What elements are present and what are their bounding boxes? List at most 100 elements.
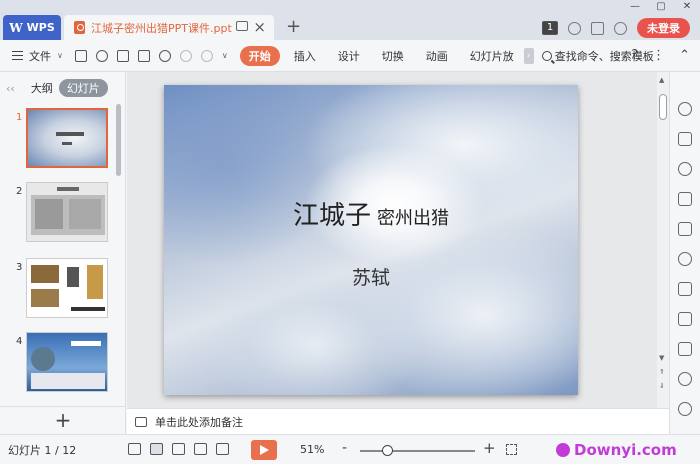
user-icon[interactable]: [614, 21, 627, 35]
play-slideshow-button[interactable]: [251, 440, 277, 460]
document-tab-name: 江城子密州出猎PPT课件.ppt: [91, 21, 232, 35]
crop-icon[interactable]: [678, 282, 692, 296]
collapse-panel-button[interactable]: ‹‹: [6, 82, 15, 95]
zoom-slider-knob[interactable]: [382, 445, 393, 456]
tab-scroll-button[interactable]: ›: [523, 47, 534, 64]
status-bar: 幻灯片 1 / 12 51% - + Downyi.com: [0, 434, 700, 464]
speaker-icon[interactable]: [678, 372, 692, 386]
close-tab-icon[interactable]: ×: [253, 18, 266, 36]
presenter-view-icon[interactable]: [216, 443, 229, 455]
export-icon[interactable]: [678, 312, 692, 326]
picture-icon[interactable]: [678, 342, 692, 356]
toolbar-right: ? ⋮ ⌃: [631, 48, 690, 63]
format-painter-icon[interactable]: [95, 49, 108, 62]
slide-canvas: 江城子 密州出猎 苏轼: [127, 72, 657, 408]
skin-icon[interactable]: [568, 21, 581, 35]
wps-home-tab[interactable]: W WPS: [3, 15, 61, 40]
notes-icon: [135, 416, 147, 427]
notes-view-icon[interactable]: [128, 443, 141, 455]
slide-thumbnail-1[interactable]: 1: [0, 108, 126, 178]
quick-access: ∨: [74, 49, 228, 62]
prev-slide-icon[interactable]: ⇑: [659, 368, 665, 376]
tab-animations[interactable]: 动画: [418, 46, 456, 66]
search-icon: [541, 50, 552, 61]
hamburger-icon: [12, 51, 23, 60]
slide-number: 2: [16, 186, 23, 197]
tab-insert[interactable]: 插入: [286, 46, 324, 66]
customize-chevron-icon[interactable]: ∨: [222, 51, 228, 60]
star-icon[interactable]: [678, 252, 692, 266]
tab-home[interactable]: 开始: [239, 45, 280, 66]
export-icon[interactable]: [158, 49, 171, 62]
slide-panel: ‹‹ 大纲 幻灯片 1 2 3 4 +: [0, 72, 126, 434]
maximize-button[interactable]: ▢: [648, 0, 674, 14]
tab-slides[interactable]: 幻灯片: [58, 79, 108, 97]
shapes-icon[interactable]: [678, 162, 692, 176]
slide-number: 3: [16, 262, 23, 273]
adjust-icon[interactable]: [678, 192, 692, 206]
zoom-in-button[interactable]: +: [483, 439, 496, 457]
more-button[interactable]: ⋮: [652, 48, 665, 63]
save-icon[interactable]: [74, 49, 87, 62]
zoom-level[interactable]: 51%: [300, 443, 324, 456]
help-button[interactable]: ?: [631, 48, 638, 63]
compass-icon[interactable]: [678, 402, 692, 416]
wps-app-label: WPS: [26, 21, 55, 34]
slide-panel-scrollbar[interactable]: [116, 104, 121, 176]
notes-pane[interactable]: 单击此处添加备注: [127, 408, 669, 434]
new-tab-button[interactable]: +: [286, 16, 301, 37]
tab-outline[interactable]: 大纲: [31, 80, 53, 96]
ppt-file-icon: [74, 21, 85, 34]
canvas-scrollbar[interactable]: ▲ ▼ ⇑ ⇓: [657, 72, 669, 408]
settings-icon[interactable]: [678, 102, 692, 116]
slide-number: 1: [16, 112, 23, 123]
slide-title[interactable]: 江城子 密州出猎: [164, 195, 578, 232]
collapse-ribbon-button[interactable]: ⌃: [679, 48, 690, 63]
reading-view-icon[interactable]: [194, 443, 207, 455]
zoom-slider[interactable]: [360, 450, 475, 452]
normal-view-icon[interactable]: [150, 443, 163, 455]
notes-placeholder: 单击此处添加备注: [155, 415, 243, 429]
current-slide[interactable]: 江城子 密州出猎 苏轼: [164, 85, 578, 395]
print-icon[interactable]: [116, 49, 129, 62]
slide-sorter-icon[interactable]: [172, 443, 185, 455]
tab-design[interactable]: 设计: [330, 46, 368, 66]
window-count-badge[interactable]: 1: [542, 21, 558, 35]
slide-thumbnail-image: [26, 258, 108, 318]
document-tab[interactable]: 江城子密州出猎PPT课件.ppt ×: [64, 15, 274, 40]
slide-thumbnail-4[interactable]: 4: [0, 332, 126, 402]
next-slide-icon[interactable]: ⇓: [659, 382, 665, 390]
view-buttons: [128, 443, 229, 455]
add-slide-button[interactable]: +: [0, 406, 126, 434]
watermark-logo: Downyi.com: [556, 441, 677, 459]
slide-thumbnail-2[interactable]: 2: [0, 182, 126, 252]
undo-icon[interactable]: [179, 49, 192, 62]
slide-counter: 幻灯片 1 / 12: [8, 443, 77, 457]
ribbon-tabs: 开始 插入 设计 切换 动画 幻灯片放 ›: [239, 45, 534, 66]
monitor-icon[interactable]: [236, 21, 248, 31]
chevron-down-icon: ∨: [57, 51, 63, 60]
ribbon-toolbar: 文件 ∨ ∨ 开始 插入 设计 切换 动画 幻灯片放 › 查找命令、搜索模板 ?…: [0, 40, 700, 72]
file-menu[interactable]: 文件 ∨: [0, 48, 63, 64]
close-window-button[interactable]: ✕: [674, 0, 700, 14]
fit-to-window-icon[interactable]: [506, 444, 517, 455]
canvas-scroll-thumb[interactable]: [659, 94, 667, 120]
print-preview-icon[interactable]: [137, 49, 150, 62]
scroll-down-icon[interactable]: ▼: [659, 354, 664, 362]
watermark-text: Downyi.com: [574, 441, 677, 459]
tab-transitions[interactable]: 切换: [374, 46, 412, 66]
slide-author[interactable]: 苏轼: [164, 263, 578, 290]
slide-panel-header: ‹‹ 大纲 幻灯片: [0, 72, 125, 104]
scroll-up-icon[interactable]: ▲: [659, 76, 664, 84]
thumbnail-picture-mark: [31, 265, 105, 311]
zoom-out-button[interactable]: -: [342, 440, 347, 456]
minimize-button[interactable]: —: [622, 0, 648, 14]
slide-thumbnail-3[interactable]: 3: [0, 258, 126, 328]
login-button[interactable]: 未登录: [637, 18, 690, 38]
share-icon[interactable]: [591, 21, 604, 35]
tab-slideshow[interactable]: 幻灯片放: [462, 46, 522, 66]
copy-icon[interactable]: [678, 132, 692, 146]
redo-icon[interactable]: [200, 49, 213, 62]
right-sidebar: [669, 72, 700, 434]
image-library-icon[interactable]: [678, 222, 692, 236]
